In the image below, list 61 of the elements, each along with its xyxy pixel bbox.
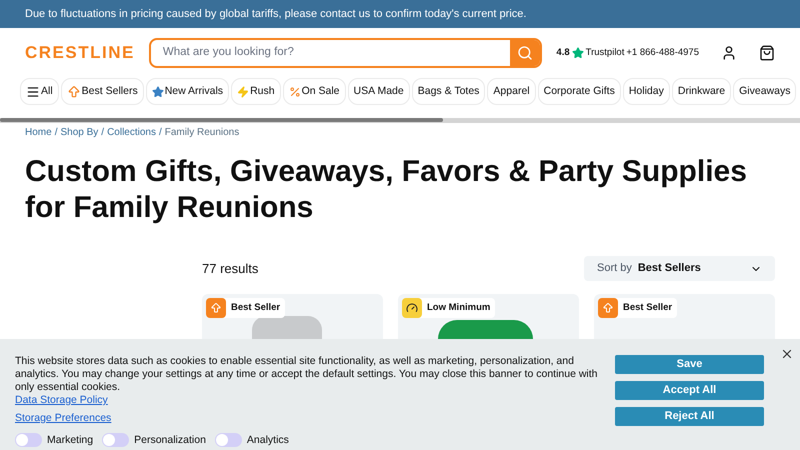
breadcrumb-separator: / [158, 126, 162, 140]
search-bar[interactable]: What are you looking for? [148, 38, 542, 68]
menu-icon [26, 84, 40, 98]
arrow-up-icon [602, 302, 614, 314]
preferences-link[interactable]: Storage Preferences [15, 412, 112, 425]
category-pill[interactable]: Drinkware [672, 78, 732, 105]
account-icon[interactable] [721, 45, 737, 61]
category-pill[interactable]: On Sale [282, 78, 346, 105]
search-field[interactable]: What are you looking for? [150, 44, 510, 62]
search-button[interactable] [510, 40, 540, 66]
category-pill[interactable]: Best Sellers [60, 78, 144, 105]
cookie-text: This website stores data such as cookies to enable essential site functionality, as well as marketing, personalization, and analytics. You may change your settings at any time or accept the default settings. You may close this banner to continue with only essential cookies. [15, 355, 599, 394]
toggle-switch[interactable] [102, 433, 130, 447]
cookie-button[interactable]: Reject All [615, 407, 764, 426]
product-card[interactable]: Low Minimum [398, 294, 579, 339]
badge: Best Seller [598, 298, 678, 318]
star-icon [152, 86, 164, 98]
category-pill[interactable]: Holiday [622, 78, 670, 105]
badge: Best Seller [206, 298, 286, 318]
product-card[interactable]: Best Seller [594, 294, 775, 339]
breadcrumb-link[interactable]: Home [25, 125, 52, 140]
search-icon [517, 45, 534, 61]
cart-icon[interactable] [759, 45, 775, 61]
close-icon[interactable] [780, 347, 794, 361]
can-image [252, 316, 322, 339]
toggle-label: Personalization [134, 434, 206, 446]
category-pill[interactable]: Rush [231, 78, 281, 105]
toggle-switch[interactable] [214, 433, 242, 447]
percent-icon [288, 86, 301, 98]
product-card[interactable]: Best Seller [202, 294, 383, 339]
arrow-up-icon [66, 84, 81, 98]
breadcrumb-link[interactable]: Shop By [60, 125, 98, 140]
sort-dropdown[interactable]: Sort by Best Sellers [584, 256, 775, 281]
star-icon [572, 47, 584, 59]
category-pill[interactable]: All [20, 78, 59, 105]
cookie-button[interactable]: Save [615, 355, 764, 374]
toggle-label: Marketing [47, 434, 94, 446]
breadcrumb-link[interactable]: Family Reunions [164, 125, 240, 140]
category-pill[interactable]: Bags & Totes [412, 78, 486, 105]
announcement-text: Due to fluctuations in pricing caused by global tariffs, please contact us to confirm today's current price. [25, 6, 526, 22]
page-title: Custom Gifts, Giveaways, Favors & Party Supplies for Family Reunions [24, 154, 748, 226]
trustpilot-label[interactable]: Trustpilot [586, 46, 624, 60]
category-pill[interactable]: Giveaways [733, 78, 796, 105]
breadcrumb-separator: / [54, 126, 58, 140]
category-pill[interactable]: USA Made [348, 78, 410, 105]
gauge-icon [406, 302, 418, 314]
toggle-label: Analytics [246, 434, 289, 446]
breadcrumb-link[interactable]: Collections [107, 125, 156, 140]
rating-value: 4.8 [556, 46, 570, 60]
policy-link[interactable]: Data Storage Policy [15, 394, 108, 407]
phone-number[interactable]: +1 866-488-4975 [626, 46, 699, 60]
badge: Low Minimum [402, 298, 496, 318]
breadcrumb-separator: / [101, 126, 104, 140]
category-pill[interactable]: New Arrivals [146, 78, 230, 105]
category-pill[interactable]: Apparel [487, 78, 536, 105]
toggle-switch[interactable] [15, 433, 42, 447]
arrow-up-icon [210, 302, 222, 314]
cookie-button[interactable]: Accept All [615, 381, 764, 400]
results-count: 77 results [202, 260, 260, 278]
category-pill[interactable]: Corporate Gifts [538, 78, 621, 105]
lightning-icon [237, 86, 250, 98]
